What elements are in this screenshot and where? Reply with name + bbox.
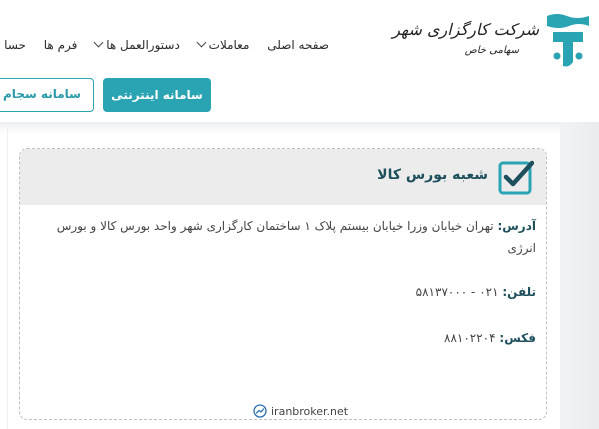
phone-value[interactable]: ۰۲۱ - ۵۸۱۳۷۰۰۰: [416, 285, 499, 299]
logo-subtitle: سهامی خاص: [464, 45, 519, 56]
phone-label: تلفن:: [502, 285, 536, 299]
fax-value: ۸۸۱۰۲۲۰۴: [444, 331, 496, 345]
nav-item-trading[interactable]: معاملات: [196, 37, 250, 52]
logo-text: شرکت کارگزاری شهر سهامی خاص: [392, 20, 539, 56]
branch-card: شعبه بورس کالا آدرس: تهران خیابان وزرا خ…: [19, 148, 547, 420]
site-header: شرکت کارگزاری شهر سهامی خاص صفحه اصلی مع…: [0, 0, 599, 122]
nav-item-label: معاملات: [208, 38, 250, 52]
nav-item-home[interactable]: صفحه اصلی: [267, 38, 329, 52]
chevron-down-icon: [93, 37, 104, 48]
sejam-system-button[interactable]: سامانه سجام: [0, 78, 94, 112]
address-value: تهران خیابان وزرا خیابان بیستم پلاک ۱ سا…: [56, 219, 536, 255]
iranbroker-watermark[interactable]: iranbroker.net: [253, 404, 348, 418]
fax-text: فکس: ۸۸۱۰۲۲۰۴: [444, 331, 536, 345]
divider: [7, 122, 8, 429]
main-nav: صفحه اصلی معاملات دستورالعمل ها فرم ها ح…: [0, 37, 329, 52]
divider-shadow: [0, 122, 560, 134]
nav-item-label: صفحه اصلی: [267, 38, 329, 52]
fax-label: فکس:: [499, 331, 536, 345]
nav-item-forms[interactable]: فرم ها: [44, 38, 78, 52]
address-text: آدرس: تهران خیابان وزرا خیابان بیستم پلا…: [26, 215, 536, 259]
nav-item-instructions[interactable]: دستورالعمل ها: [93, 37, 180, 52]
internet-system-button[interactable]: سامانه اینترنتی: [103, 78, 211, 112]
card-header: شعبه بورس کالا: [20, 149, 546, 205]
logo-title: شرکت کارگزاری شهر: [392, 20, 539, 39]
address-label: آدرس:: [497, 219, 536, 233]
checkbox-check-icon: [498, 160, 534, 195]
nav-item-label: حسا: [4, 38, 26, 52]
logo-mark-icon: [547, 14, 589, 67]
chevron-down-icon: [196, 37, 207, 48]
nav-item-account[interactable]: حسا: [4, 38, 26, 52]
company-logo[interactable]: شرکت کارگزاری شهر سهامی خاص: [381, 10, 591, 74]
branch-title: شعبه بورس کالا: [377, 167, 488, 183]
phone-text: تلفن: ۰۲۱ - ۵۸۱۳۷۰۰۰: [416, 285, 536, 299]
nav-item-label: فرم ها: [43, 38, 78, 52]
side-panel: [560, 122, 599, 429]
chart-trend-icon: [253, 404, 267, 418]
nav-item-label: دستورالعمل ها: [106, 38, 180, 52]
brand-text: iranbroker.net: [271, 405, 349, 418]
